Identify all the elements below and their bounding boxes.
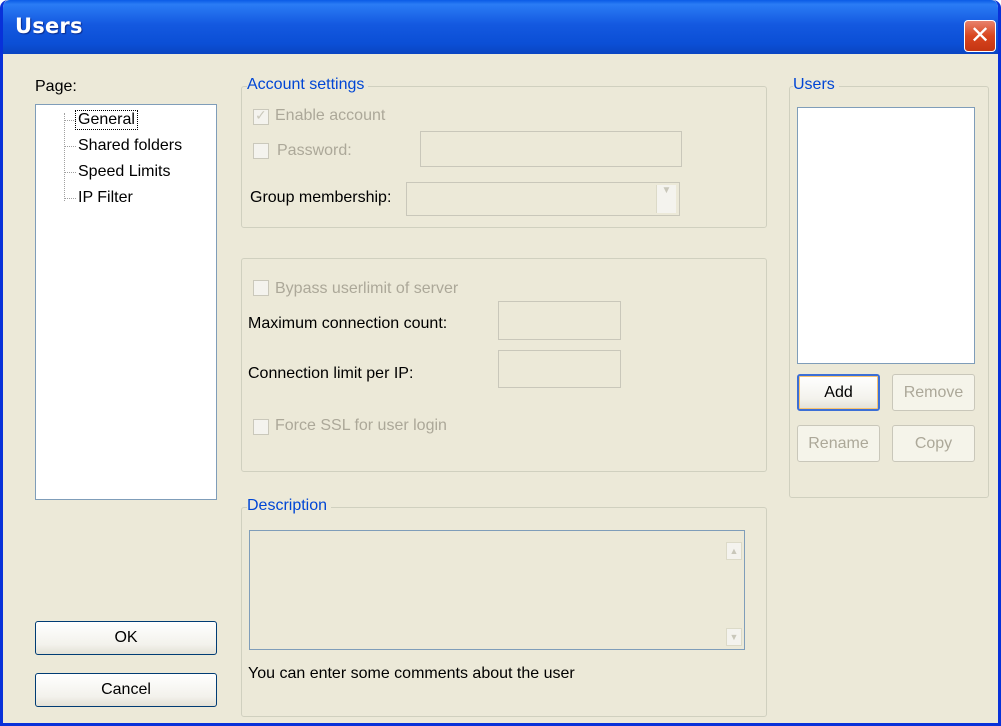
- ok-button[interactable]: OK: [35, 621, 217, 655]
- group-membership-select[interactable]: ▼: [406, 182, 680, 216]
- tree-connector: [64, 113, 65, 201]
- users-list[interactable]: [797, 107, 975, 364]
- max-connection-field[interactable]: [498, 301, 621, 340]
- users-title: Users: [793, 76, 839, 94]
- password-label: Password:: [277, 142, 352, 159]
- scroll-up-icon[interactable]: ▲: [726, 542, 742, 560]
- connection-limit-ip-label: Connection limit per IP:: [248, 365, 414, 382]
- page-label: Page:: [35, 78, 77, 95]
- tree-item-speed-limits[interactable]: Speed Limits: [78, 163, 171, 181]
- tree-item-shared-folders[interactable]: Shared folders: [78, 137, 182, 155]
- max-connection-label: Maximum connection count:: [248, 315, 448, 332]
- password-checkbox[interactable]: [253, 143, 269, 159]
- description-textarea[interactable]: ▲ ▼: [249, 530, 745, 650]
- group-membership-label: Group membership:: [250, 189, 392, 206]
- account-settings-title: Account settings: [247, 76, 369, 94]
- enable-account-label: Enable account: [275, 107, 386, 124]
- password-field[interactable]: [420, 131, 682, 167]
- add-user-button[interactable]: Add: [797, 374, 880, 411]
- chevron-down-icon[interactable]: ▼: [656, 185, 676, 213]
- remove-user-button[interactable]: Remove: [892, 374, 975, 411]
- copy-user-button[interactable]: Copy: [892, 425, 975, 462]
- force-ssl-checkbox[interactable]: [253, 419, 269, 435]
- close-icon[interactable]: ✕: [964, 20, 996, 52]
- connection-limit-ip-field[interactable]: [498, 350, 621, 388]
- bypass-userlimit-label: Bypass userlimit of server: [275, 280, 459, 297]
- scroll-down-icon[interactable]: ▼: [726, 628, 742, 646]
- tree-connector: [64, 146, 76, 147]
- bypass-userlimit-checkbox[interactable]: [253, 280, 269, 296]
- window-title: Users: [15, 14, 83, 38]
- tree-connector: [64, 172, 76, 173]
- tree-connector: [64, 198, 76, 199]
- cancel-button[interactable]: Cancel: [35, 673, 217, 707]
- users-dialog: Users ✕ Page: General Shared folders Spe…: [0, 0, 1001, 726]
- tree-item-ip-filter[interactable]: IP Filter: [78, 189, 133, 207]
- force-ssl-label: Force SSL for user login: [275, 417, 447, 434]
- page-tree[interactable]: General Shared folders Speed Limits IP F…: [35, 104, 217, 500]
- description-hint: You can enter some comments about the us…: [248, 665, 575, 682]
- tree-item-general[interactable]: General: [75, 110, 138, 130]
- title-bar[interactable]: Users ✕: [3, 0, 998, 54]
- rename-user-button[interactable]: Rename: [797, 425, 880, 462]
- description-title: Description: [247, 497, 332, 515]
- tree-connector: [64, 120, 76, 121]
- dialog-body: Page: General Shared folders Speed Limit…: [3, 54, 998, 723]
- enable-account-checkbox[interactable]: [253, 107, 269, 125]
